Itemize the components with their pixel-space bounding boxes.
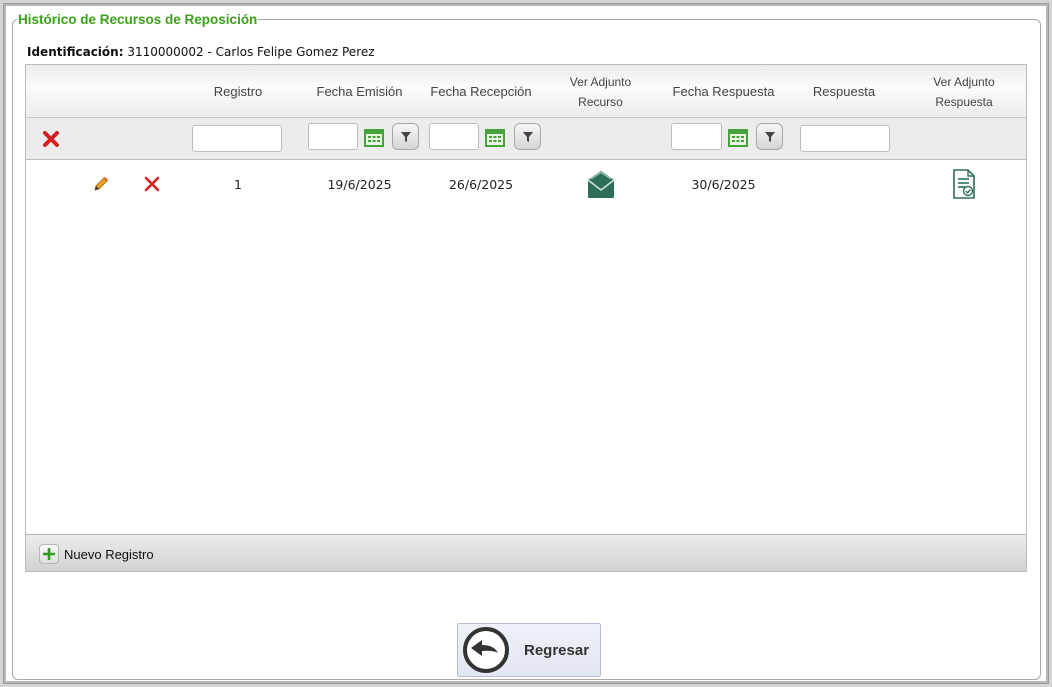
pencil-icon[interactable]: [90, 161, 112, 207]
delete-x-icon[interactable]: [141, 161, 163, 207]
calendar-icon[interactable]: [485, 128, 505, 148]
column-header-registro[interactable]: Registro: [192, 65, 284, 118]
filter-fecha-respuesta-input[interactable]: [671, 123, 722, 150]
column-header-fecha-respuesta[interactable]: Fecha Respuesta: [666, 65, 781, 118]
filter-funnel-icon[interactable]: [392, 123, 419, 150]
back-label: Regresar: [524, 641, 590, 659]
records-grid: Registro Fecha Emisión Fecha Recepción V…: [25, 64, 1027, 572]
plus-icon: [39, 544, 59, 564]
column-header-fecha-emision[interactable]: Fecha Emisión: [308, 65, 411, 118]
column-header-ver-adjunto-recurso[interactable]: Ver Adjunto Recurso: [558, 65, 643, 118]
envelope-icon[interactable]: [581, 161, 621, 207]
column-header-ver-adjunto-respuesta-line1: Ver Adjunto: [933, 74, 995, 89]
filter-row: [26, 118, 1026, 160]
column-header-ver-adjunto-respuesta-line2: Respuesta: [935, 94, 993, 109]
back-button[interactable]: Regresar: [457, 623, 601, 677]
filter-fecha-recepcion-input[interactable]: [429, 123, 479, 150]
grid-footer: Nuevo Registro: [26, 534, 1026, 571]
cell-fecha-emision: 19/6/2025: [327, 176, 392, 192]
panel-title: Histórico de Recursos de Reposición: [18, 12, 258, 27]
identification-label: Identificación:: [27, 45, 124, 59]
calendar-icon[interactable]: [728, 128, 748, 148]
cell-fecha-respuesta: 30/6/2025: [691, 176, 756, 192]
column-header-fecha-recepcion[interactable]: Fecha Recepción: [426, 65, 536, 118]
table-row: 1 19/6/2025 26/6/2025 30/6/2025: [26, 161, 1026, 207]
column-header-respuesta[interactable]: Respuesta: [798, 65, 890, 118]
back-arrow-icon: [463, 627, 509, 673]
grid-header: Registro Fecha Emisión Fecha Recepción V…: [26, 65, 1026, 118]
filter-funnel-icon[interactable]: [756, 123, 783, 150]
new-record-button[interactable]: Nuevo Registro: [39, 543, 154, 565]
clear-filters-icon[interactable]: [42, 130, 60, 148]
app-window: Histórico de Recursos de Reposición Iden…: [3, 3, 1049, 684]
column-header-ver-adjunto-respuesta[interactable]: Ver Adjunto Respuesta: [918, 65, 1010, 118]
new-record-label: Nuevo Registro: [64, 546, 154, 562]
cell-registro: 1: [234, 176, 242, 192]
identification-value: 3110000002 - Carlos Felipe Gomez Perez: [127, 45, 375, 59]
cell-fecha-recepcion: 26/6/2025: [448, 176, 514, 192]
document-check-icon[interactable]: [946, 161, 982, 207]
filter-respuesta-input[interactable]: [800, 125, 890, 152]
identification-line: Identificación: 3110000002 - Carlos Feli…: [27, 45, 375, 59]
filter-funnel-icon[interactable]: [514, 123, 541, 150]
cell-respuesta: [798, 161, 890, 207]
column-header-ver-adjunto-recurso-line1: Ver Adjunto: [569, 74, 632, 89]
filter-registro-input[interactable]: [192, 125, 282, 152]
column-header-ver-adjunto-recurso-line2: Recurso: [578, 94, 623, 109]
calendar-icon[interactable]: [364, 128, 384, 148]
filter-fecha-emision-input[interactable]: [308, 123, 358, 150]
history-panel: Histórico de Recursos de Reposición Iden…: [12, 12, 1041, 680]
